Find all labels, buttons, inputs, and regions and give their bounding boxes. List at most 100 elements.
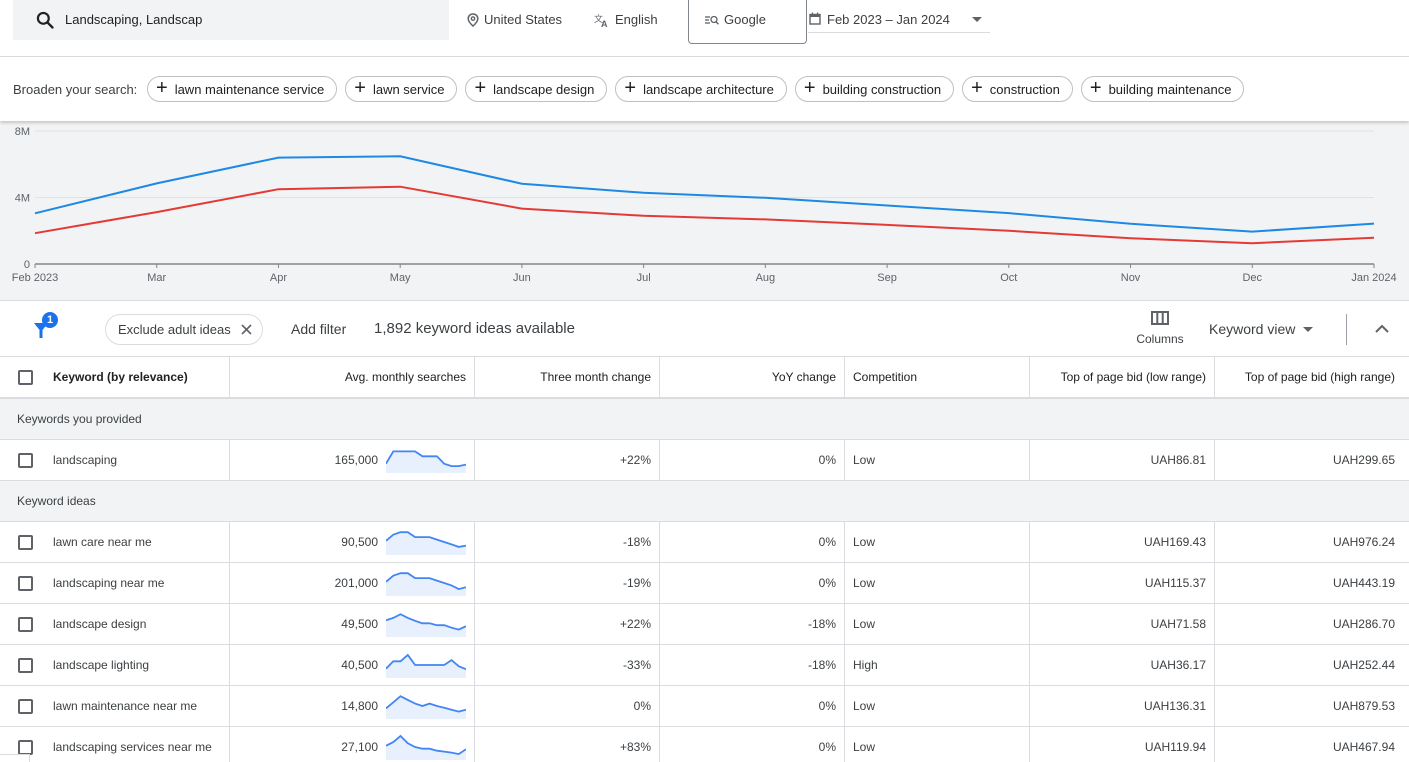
search-icon <box>36 11 54 29</box>
location-selector[interactable]: United States <box>467 12 562 27</box>
add-filter-button[interactable]: Add filter <box>291 321 346 337</box>
table-row[interactable]: landscaping near me 201,000 -19% 0% Low … <box>0 563 1409 604</box>
plus-icon: + <box>971 77 983 99</box>
bid-low-cell: UAH136.31 <box>1030 686 1215 726</box>
trend-sparkline <box>386 531 466 555</box>
table-row[interactable]: lawn maintenance near me 14,800 0% 0% Lo… <box>0 686 1409 727</box>
group-label: Keywords you provided <box>17 412 142 426</box>
table-group-row: Keyword ideas <box>0 481 1409 522</box>
search-value[interactable]: Landscaping, Landscap <box>65 12 202 27</box>
bid-high-cell: UAH976.24 <box>1332 535 1395 549</box>
three-month-change-cell: -19% <box>475 563 660 603</box>
x-tick-label: Aug <box>756 272 776 284</box>
active-filter-chip[interactable]: Exclude adult ideas <box>105 314 263 345</box>
y-tick-label: 8M <box>15 126 30 138</box>
broaden-chip[interactable]: + construction <box>962 76 1073 102</box>
chevron-up-icon[interactable] <box>1374 321 1390 337</box>
bid-high-cell: UAH286.70 <box>1332 617 1395 631</box>
bid-high-cell: UAH443.19 <box>1332 576 1395 590</box>
header-avg-monthly-searches[interactable]: Avg. monthly searches <box>230 357 475 397</box>
sparkline-area <box>386 614 466 637</box>
three-month-change-cell: -18% <box>475 522 660 562</box>
broaden-chip[interactable]: + building construction <box>794 76 955 102</box>
calendar-icon <box>809 12 821 25</box>
broaden-chip[interactable]: + building maintenance <box>1080 76 1245 102</box>
competition-cell: Low <box>845 563 1030 603</box>
bid-low-cell: UAH36.17 <box>1030 645 1215 685</box>
table-row[interactable]: landscaping services near me 27,100 +83%… <box>0 727 1409 762</box>
search-volume-chart: 0 4M 8M Feb 2023 Mar Apr May Jun Jul Aug Sep Oct Nov… <box>0 121 1409 300</box>
header-competition[interactable]: Competition <box>845 357 1030 397</box>
trend-sparkline <box>386 734 466 760</box>
three-month-change-cell: +22% <box>475 440 660 480</box>
header-bid-high[interactable]: Top of page bid (high range) <box>1215 357 1409 397</box>
chip-label: construction <box>989 81 1060 97</box>
translate-icon: 文 A <box>594 13 608 27</box>
chip-label: building maintenance <box>1108 81 1232 97</box>
header-yoy-change[interactable]: YoY change <box>660 357 845 397</box>
avg-searches-value: 201,000 <box>334 576 378 590</box>
broaden-chip[interactable]: + landscape architecture <box>615 76 787 102</box>
trend-sparkline <box>386 450 466 473</box>
three-month-change-cell: +83% <box>475 727 660 762</box>
chip-label: landscape design <box>493 81 595 97</box>
columns-button[interactable]: Columns <box>1130 311 1190 346</box>
date-range-picker[interactable]: Feb 2023 – Jan 2024 <box>808 0 990 33</box>
chip-label: landscape architecture <box>643 81 774 97</box>
table-row[interactable]: lawn care near me 90,500 -18% 0% Low UAH… <box>0 522 1409 563</box>
table-row[interactable]: landscaping 165,000 +22% 0% Low UAH86.81… <box>0 440 1409 481</box>
keyword-cell: landscaping <box>0 440 230 480</box>
three-month-change-cell: +22% <box>475 604 660 644</box>
trend-sparkline <box>386 695 466 719</box>
keyword-cell: landscape lighting <box>0 645 230 685</box>
keyword-cell: landscaping near me <box>0 563 230 603</box>
header-keyword[interactable]: Keyword (by relevance) <box>0 357 230 397</box>
broaden-chip[interactable]: + lawn service <box>345 76 458 102</box>
x-tick-label: Oct <box>1000 272 1017 284</box>
x-tick-label: Mar <box>147 272 166 284</box>
svg-text:A: A <box>601 19 608 27</box>
bid-low-cell: UAH115.37 <box>1030 563 1215 603</box>
avg-searches-value: 165,000 <box>334 453 378 467</box>
x-tick-label: Dec <box>1242 272 1262 284</box>
trend-chart-svg: 0 4M 8M Feb 2023 Mar Apr May Jun Jul Aug Sep Oct Nov… <box>12 126 1397 284</box>
avg-searches-value: 27,100 <box>341 740 378 754</box>
competition-cell: Low <box>845 686 1030 726</box>
header-three-month-change[interactable]: Three month change <box>475 357 660 397</box>
dropdown-caret-icon <box>972 17 982 22</box>
plus-icon: + <box>1089 77 1102 99</box>
avg-searches-cell: 201,000 <box>230 563 475 603</box>
yoy-change-cell: 0% <box>660 522 845 562</box>
avg-searches-cell: 165,000 <box>230 440 475 480</box>
network-selector[interactable]: Google <box>688 0 807 44</box>
table-row[interactable]: landscape lighting 40,500 -33% -18% High… <box>0 645 1409 686</box>
broaden-chip[interactable]: + lawn maintenance service <box>147 76 338 102</box>
close-icon[interactable] <box>241 324 252 335</box>
sparkline-area <box>386 655 466 678</box>
broaden-chip[interactable]: + landscape design <box>465 76 608 102</box>
chip-label: building construction <box>822 81 942 97</box>
keyword-cell: lawn care near me <box>0 522 230 562</box>
keyword-table: Keyword (by relevance) Avg. monthly sear… <box>0 357 1409 762</box>
three-month-change-cell: -33% <box>475 645 660 685</box>
broaden-chips: + lawn maintenance service + lawn service … <box>147 76 1245 102</box>
avg-searches-cell: 49,500 <box>230 604 475 644</box>
avg-searches-value: 49,500 <box>341 617 378 631</box>
yoy-change-cell: 0% <box>660 686 845 726</box>
keyword-cell: landscaping services near me <box>0 727 230 762</box>
keyword-view-dropdown[interactable]: Keyword view <box>1209 321 1314 337</box>
search-network-icon <box>705 15 719 25</box>
avg-searches-cell: 14,800 <box>230 686 475 726</box>
sparkline-area <box>386 532 466 555</box>
table-row[interactable]: landscape design 49,500 +22% -18% Low UA… <box>0 604 1409 645</box>
avg-searches-value: 90,500 <box>341 535 378 549</box>
language-selector[interactable]: 文 A English <box>594 12 658 27</box>
plus-icon: + <box>803 77 816 99</box>
header-bid-low[interactable]: Top of page bid (low range) <box>1030 357 1215 397</box>
location-pin-icon <box>467 12 479 27</box>
yoy-change-cell: -18% <box>660 645 845 685</box>
trend-sparkline <box>386 653 466 678</box>
bid-high-cell: UAH467.94 <box>1332 740 1395 754</box>
keyword-search-input[interactable]: Landscaping, Landscap <box>13 0 449 40</box>
broaden-search-bar: Broaden your search: + lawn maintenance s… <box>0 57 1409 121</box>
